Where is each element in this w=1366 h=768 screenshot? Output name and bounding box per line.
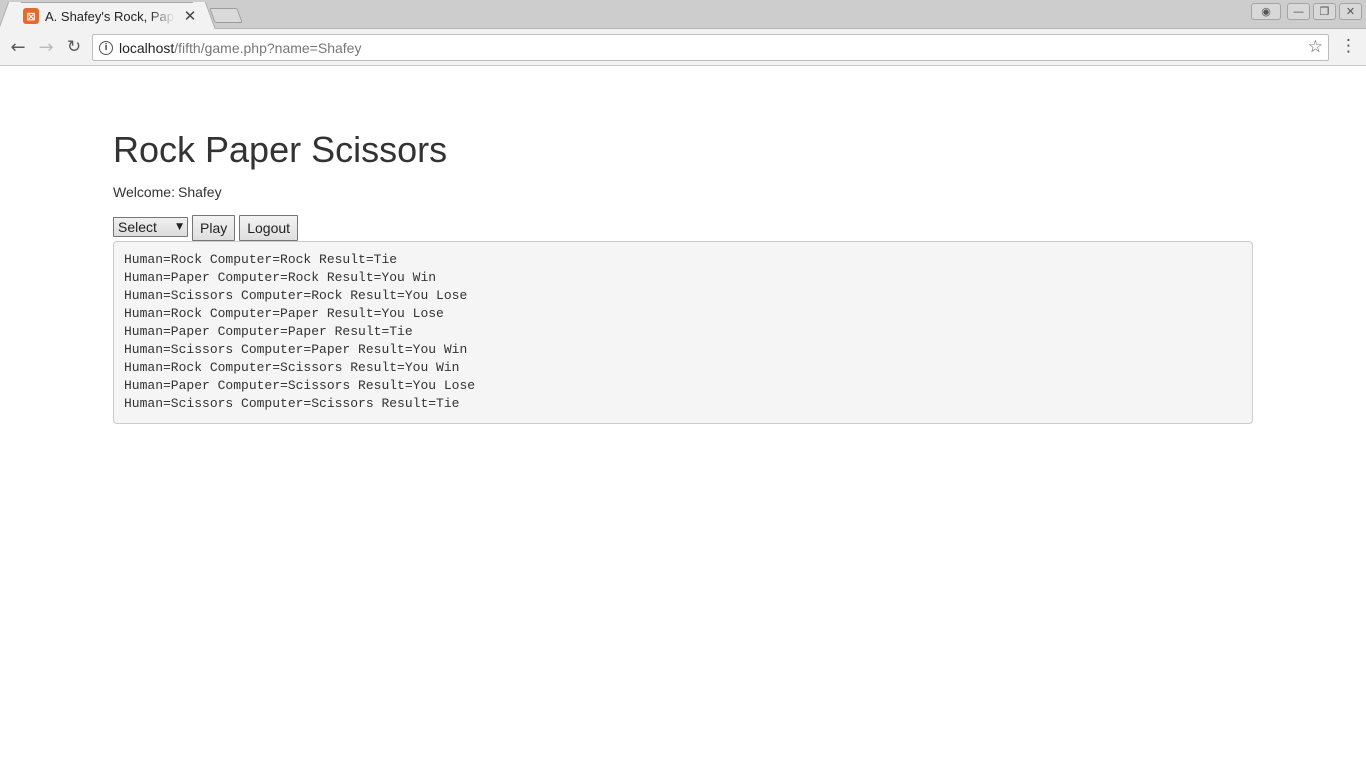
result-line: Human=Scissors Computer=Rock Result=You … bbox=[124, 288, 468, 303]
tab-strip: ⊠ A. Shafey's Rock, Paper Scissors ✕ ◉ —… bbox=[0, 0, 1366, 29]
browser-tab-active[interactable]: ⊠ A. Shafey's Rock, Paper Scissors ✕ bbox=[8, 2, 206, 29]
browser-toolbar: ← → ↻ i localhost/fifth/game.php?name=Sh… bbox=[0, 29, 1366, 66]
result-line: Human=Rock Computer=Rock Result=Tie bbox=[124, 252, 398, 267]
url-text[interactable]: localhost/fifth/game.php?name=Shafey bbox=[119, 40, 361, 56]
site-info-icon[interactable]: i bbox=[99, 40, 113, 55]
kebab-menu-icon[interactable]: ⋮ bbox=[1340, 36, 1357, 58]
new-tab-button[interactable] bbox=[209, 8, 243, 23]
dropdown-caret-icon: ▼ bbox=[176, 222, 183, 232]
choice-select[interactable]: Select ▼ bbox=[113, 217, 188, 237]
result-line: Human=Rock Computer=Scissors Result=You … bbox=[124, 360, 460, 375]
tab-close-icon[interactable]: ✕ bbox=[183, 7, 197, 25]
welcome-username: Shafey bbox=[177, 184, 222, 200]
result-line: Human=Paper Computer=Paper Result=Tie bbox=[124, 324, 413, 339]
window-close-icon[interactable]: ✕ bbox=[1339, 3, 1362, 20]
welcome-label: Welcome: bbox=[113, 184, 175, 200]
tab-title: A. Shafey's Rock, Paper Scissors bbox=[45, 8, 175, 24]
minimize-icon[interactable]: — bbox=[1287, 3, 1310, 20]
profile-icon[interactable]: ◉ bbox=[1251, 3, 1281, 20]
reload-icon[interactable]: ↻ bbox=[63, 36, 85, 58]
results-log: Human=Rock Computer=Rock Result=Tie Huma… bbox=[113, 241, 1253, 424]
play-button[interactable]: Play bbox=[192, 215, 236, 241]
result-line: Human=Scissors Computer=Scissors Result=… bbox=[124, 396, 460, 411]
game-controls: Select ▼ Play Logout bbox=[113, 215, 299, 241]
restore-icon[interactable]: ❐ bbox=[1313, 3, 1336, 20]
page-content: Rock Paper Scissors Welcome: Shafey Selec… bbox=[0, 67, 1366, 768]
address-bar[interactable]: i localhost/fifth/game.php?name=Shafey ☆ bbox=[92, 34, 1329, 61]
choice-select-value: Select bbox=[118, 219, 157, 235]
result-line: Human=Rock Computer=Paper Result=You Los… bbox=[124, 306, 444, 321]
url-path: /fifth/game.php?name=Shafey bbox=[174, 39, 362, 56]
result-line: Human=Paper Computer=Rock Result=You Win bbox=[124, 270, 437, 285]
url-host: localhost bbox=[119, 39, 175, 56]
forward-arrow-icon[interactable]: → bbox=[35, 36, 57, 58]
xampp-favicon-icon: ⊠ bbox=[23, 8, 39, 24]
back-arrow-icon[interactable]: ← bbox=[7, 36, 29, 58]
result-line: Human=Paper Computer=Scissors Result=You… bbox=[124, 378, 476, 393]
result-line: Human=Scissors Computer=Paper Result=You… bbox=[124, 342, 468, 357]
bookmark-star-icon[interactable]: ☆ bbox=[1308, 37, 1323, 57]
welcome-message: Welcome: Shafey bbox=[113, 184, 222, 200]
page-title: Rock Paper Scissors bbox=[113, 129, 448, 170]
logout-button[interactable]: Logout bbox=[239, 215, 299, 241]
